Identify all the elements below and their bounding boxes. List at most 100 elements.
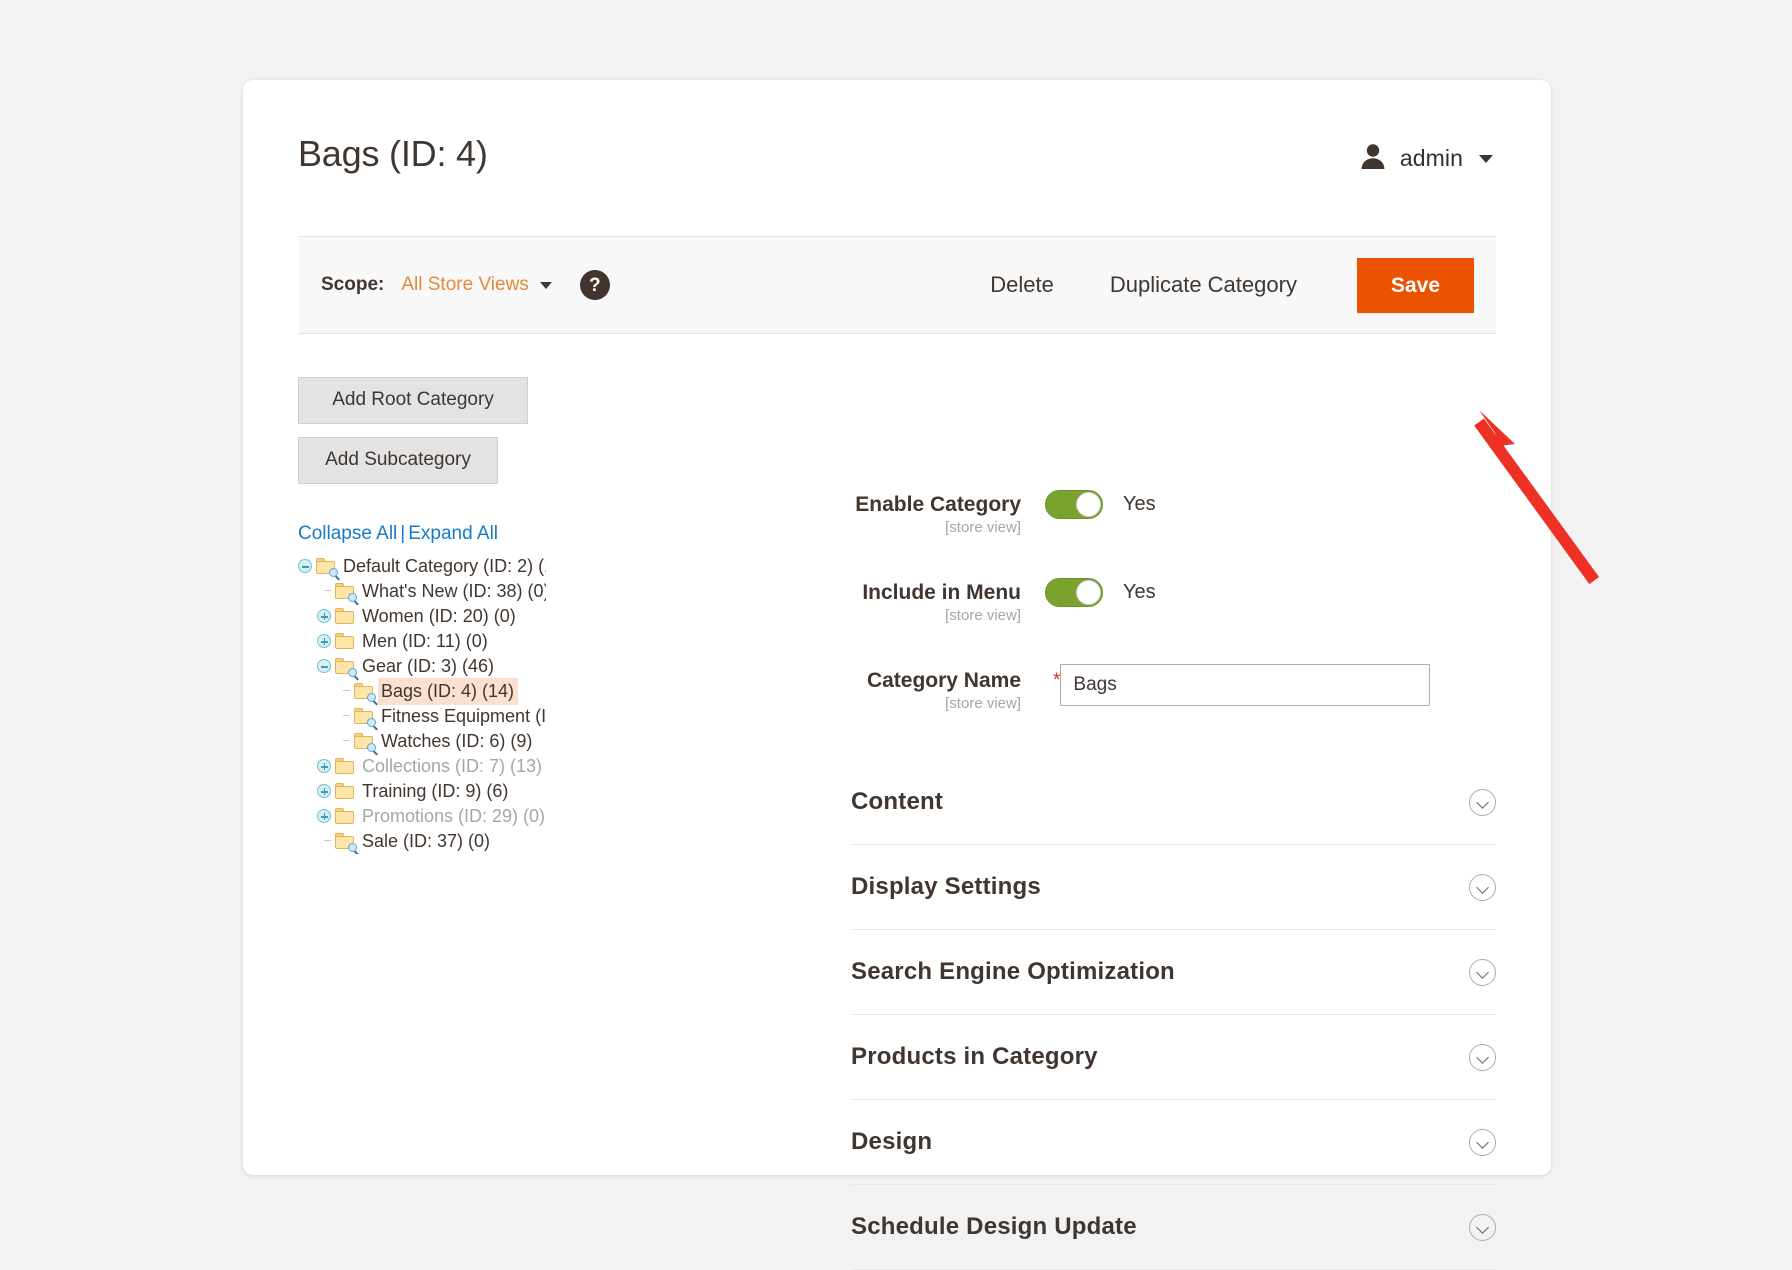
tree-node-label: Gear (ID: 3) (46)	[362, 655, 495, 676]
section-header-schedule-design-update[interactable]: Schedule Design Update	[851, 1185, 1496, 1270]
expand-all-link[interactable]: Expand All	[408, 523, 498, 544]
required-asterisk: *	[1053, 670, 1061, 692]
add-subcategory-button[interactable]: Add Subcategory	[298, 436, 498, 484]
page-actions-toolbar: Scope: All Store Views ? Delete Duplicat…	[298, 236, 1496, 334]
folder-icon	[335, 758, 355, 775]
enable-category-label-text: Enable Category	[855, 493, 1021, 516]
category-form-basics: Enable Category [store view] Yes Include…	[851, 488, 1496, 752]
section-title: Display Settings	[851, 873, 1041, 900]
user-menu[interactable]: admin	[1360, 142, 1493, 175]
section-title: Design	[851, 1128, 933, 1155]
tree-node[interactable]: Default Category (ID: 2) (11	[298, 554, 546, 581]
category-tree-panel: Add Root Category Add Subcategory Collap…	[298, 377, 546, 854]
chevron-down-circle-icon[interactable]	[1469, 1213, 1496, 1241]
add-root-category-button[interactable]: Add Root Category	[298, 377, 528, 424]
folder-search-icon	[354, 683, 378, 706]
tree-expand-icon[interactable]	[317, 759, 331, 774]
tree-node[interactable]: Sale (ID: 37) (0)	[298, 829, 546, 854]
page-header: Bags (ID: 4) admin	[298, 130, 1496, 200]
tree-expand-links: Collapse All | Expand All	[298, 523, 528, 545]
include-in-menu-value: Yes	[1123, 581, 1156, 604]
tree-node[interactable]: Promotions (ID: 29) (0)	[298, 804, 546, 829]
delete-button[interactable]: Delete	[962, 272, 1082, 298]
chevron-down-circle-icon[interactable]	[1469, 958, 1496, 986]
folder-search-icon	[354, 733, 378, 756]
tree-node-label: Women (ID: 20) (0)	[362, 605, 516, 626]
folder-search-icon	[335, 583, 359, 606]
collapse-all-link[interactable]: Collapse All	[298, 523, 397, 544]
tree-expand-icon[interactable]	[317, 634, 331, 649]
question-mark-icon[interactable]: ?	[579, 270, 610, 300]
user-avatar-icon	[1360, 142, 1386, 175]
section-title: Products in Category	[851, 1043, 1098, 1070]
tree-node[interactable]: Men (ID: 11) (0)	[298, 629, 546, 654]
tree-node[interactable]: Fitness Equipment (I	[298, 704, 546, 731]
enable-category-row: Enable Category [store view] Yes	[851, 488, 1496, 536]
tree-node-label: Men (ID: 11) (0)	[362, 630, 488, 651]
tree-node[interactable]: Collections (ID: 7) (13)	[298, 754, 546, 779]
category-name-row: Category Name [store view] *	[851, 664, 1496, 712]
scope-select[interactable]: All Store Views	[401, 274, 552, 296]
folder-search-icon	[354, 708, 378, 731]
toggle-knob	[1076, 580, 1101, 606]
tree-collapse-icon[interactable]	[298, 559, 312, 574]
folder-search-icon	[335, 658, 359, 681]
category-name-input[interactable]	[1060, 664, 1431, 707]
section-title: Search Engine Optimization	[851, 958, 1175, 985]
chevron-down-circle-icon[interactable]	[1469, 873, 1496, 901]
category-name-scope-hint: [store view]	[945, 695, 1021, 713]
category-name-label: Category Name [store view]	[851, 664, 1045, 712]
tree-expand-icon[interactable]	[317, 784, 331, 799]
section-header-search-engine-optimization[interactable]: Search Engine Optimization	[851, 930, 1496, 1015]
tree-node-label: Bags (ID: 4) (14)	[378, 677, 519, 705]
tree-node-label: Promotions (ID: 29) (0)	[362, 805, 546, 826]
enable-category-scope-hint: [store view]	[945, 519, 1021, 537]
tree-node-label: Fitness Equipment (I	[381, 705, 546, 726]
toolbar-actions: Delete Duplicate Category Save	[962, 257, 1496, 313]
folder-search-icon	[316, 558, 340, 581]
tree-expand-icon[interactable]	[317, 609, 331, 624]
enable-category-label: Enable Category [store view]	[851, 488, 1045, 536]
tree-node[interactable]: Watches (ID: 6) (9)	[298, 729, 546, 756]
chevron-down-circle-icon[interactable]	[1469, 788, 1496, 816]
tree-node[interactable]: Training (ID: 9) (6)	[298, 779, 546, 804]
chevron-down-icon	[539, 281, 552, 289]
section-header-display-settings[interactable]: Display Settings	[851, 845, 1496, 930]
tree-elbow-line	[317, 579, 335, 604]
tree-node-label: Default Category (ID: 2) (11	[343, 555, 546, 576]
folder-icon	[335, 783, 355, 800]
section-title: Schedule Design Update	[851, 1213, 1137, 1240]
section-header-products-in-category[interactable]: Products in Category	[851, 1015, 1496, 1100]
tree-node-label: Collections (ID: 7) (13)	[362, 755, 543, 776]
duplicate-category-button[interactable]: Duplicate Category	[1082, 272, 1325, 298]
category-sections-accordion: Content Display Settings Search Engine Opt…	[851, 760, 1496, 1270]
tree-elbow-line	[317, 829, 335, 854]
folder-icon	[335, 633, 355, 650]
section-header-design[interactable]: Design	[851, 1100, 1496, 1185]
include-in-menu-row: Include in Menu [store view] Yes	[851, 576, 1496, 624]
tree-node[interactable]: Gear (ID: 3) (46)	[298, 654, 546, 681]
tree-collapse-icon[interactable]	[317, 659, 331, 674]
include-in-menu-toggle[interactable]	[1045, 578, 1103, 608]
tree-expand-icon[interactable]	[317, 809, 331, 824]
scope-switcher: Scope: All Store Views ?	[321, 270, 610, 300]
chevron-down-icon	[1479, 154, 1493, 163]
section-header-content[interactable]: Content	[851, 760, 1496, 845]
tree-node[interactable]: What's New (ID: 38) (0)	[298, 579, 546, 606]
enable-category-value: Yes	[1123, 493, 1156, 515]
chevron-down-circle-icon[interactable]	[1469, 1128, 1496, 1156]
save-button[interactable]: Save	[1356, 257, 1474, 313]
folder-icon	[335, 608, 355, 625]
user-name-label: admin	[1399, 145, 1463, 171]
chevron-down-circle-icon[interactable]	[1469, 1043, 1496, 1071]
toggle-knob	[1076, 492, 1101, 517]
category-tree: Default Category (ID: 2) (11 What's New (…	[298, 554, 546, 854]
tree-node[interactable]: Bags (ID: 4) (14)	[298, 677, 546, 706]
tree-elbow-line	[336, 679, 354, 704]
tree-elbow-line	[336, 704, 354, 729]
include-in-menu-label-text: Include in Menu	[862, 581, 1021, 605]
tree-node[interactable]: Women (ID: 20) (0)	[298, 604, 546, 629]
category-name-label-text: Category Name	[866, 669, 1021, 693]
enable-category-toggle[interactable]	[1045, 490, 1103, 519]
include-in-menu-scope-hint: [store view]	[945, 607, 1021, 625]
